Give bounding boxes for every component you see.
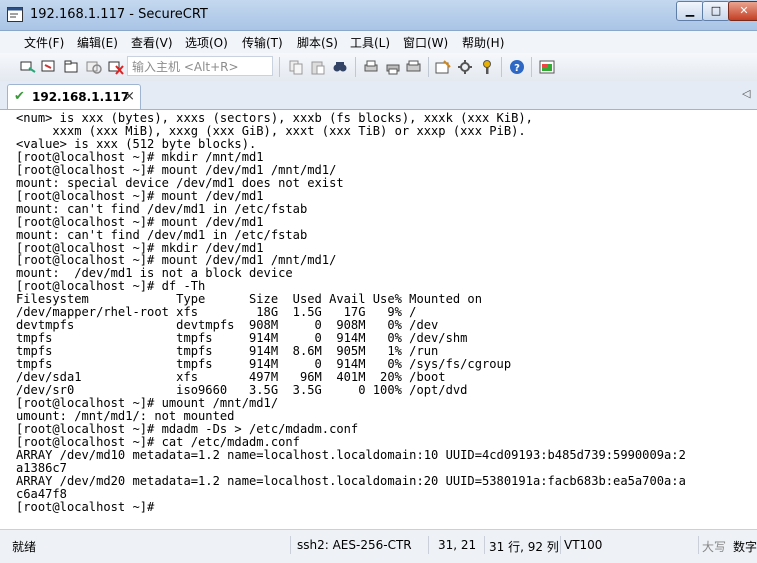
session-tab-label: 192.168.1.117 bbox=[32, 90, 130, 104]
terminal-line: mount: can't find /dev/md1 in /etc/fstab bbox=[16, 227, 308, 242]
status-cursor-position: 31, 21 bbox=[438, 538, 477, 552]
toolbar-separator bbox=[355, 57, 356, 77]
paste-icon[interactable] bbox=[309, 58, 327, 76]
terminal-line: xxxm (xxx MiB), xxxg (xxx GiB), xxxt (xx… bbox=[16, 123, 526, 138]
maximize-button[interactable]: □ bbox=[702, 1, 730, 21]
status-divider bbox=[698, 536, 699, 554]
menu-bar: 文件(F) 编辑(E) 查看(V) 选项(O) 传输(T) 脚本(S) 工具(L… bbox=[0, 31, 757, 53]
menu-edit[interactable]: 编辑(E) bbox=[77, 34, 118, 51]
print-screen-icon[interactable] bbox=[405, 58, 423, 76]
status-bar: 就绪 ssh2: AES-256-CTR 31, 21 31 行, 92 列 V… bbox=[0, 529, 757, 563]
terminal-line: <num> is xxx (bytes), xxxs (sectors), xx… bbox=[16, 112, 533, 125]
status-rows-cols: 31 行, 92 列 bbox=[489, 540, 559, 554]
terminal-output[interactable]: <num> is xxx (bytes), xxxs (sectors), xx… bbox=[16, 112, 751, 526]
terminal-line: a1386c7 bbox=[16, 460, 67, 475]
terminal-line: ARRAY /dev/md10 metadata=1.2 name=localh… bbox=[16, 447, 686, 462]
connect-icon[interactable] bbox=[19, 58, 37, 76]
terminal-line: [root@localhost ~]# mount /dev/md1 bbox=[16, 214, 264, 229]
terminal-line: [root@localhost ~]# mkdir /mnt/md1 bbox=[16, 149, 264, 164]
print-icon[interactable] bbox=[384, 58, 402, 76]
menu-tools[interactable]: 工具(L) bbox=[350, 34, 390, 51]
terminal-line: mount: can't find /dev/md1 in /etc/fstab bbox=[16, 201, 308, 216]
minimize-button[interactable]: ▁ bbox=[676, 1, 704, 21]
status-caps: 大写 bbox=[702, 540, 727, 554]
terminal-line: [root@localhost ~]# mount /dev/md1 /mnt/… bbox=[16, 162, 337, 177]
status-cipher: ssh2: AES-256-CTR bbox=[297, 538, 412, 552]
menu-window[interactable]: 窗口(W) bbox=[403, 34, 448, 51]
terminal-line: [root@localhost ~]# mount /dev/md1 bbox=[16, 188, 264, 203]
status-num: 数字 bbox=[733, 540, 757, 554]
terminal-line: c6a47f8 bbox=[16, 486, 67, 501]
menu-file[interactable]: 文件(F) bbox=[24, 34, 64, 51]
menu-script[interactable]: 脚本(S) bbox=[297, 34, 338, 51]
session-tab[interactable]: ✔ 192.168.1.117 × bbox=[7, 84, 141, 109]
print-setup-icon[interactable] bbox=[362, 58, 380, 76]
status-emulation: VT100 bbox=[564, 538, 603, 552]
disconnect-icon[interactable] bbox=[107, 58, 125, 76]
tab-scroll-left-icon[interactable]: ◁ bbox=[742, 87, 750, 100]
status-divider bbox=[290, 536, 291, 554]
quick-connect-icon[interactable] bbox=[40, 58, 58, 76]
terminal-line: [root@localhost ~]# mdadm -Ds > /etc/mda… bbox=[16, 421, 359, 436]
terminal-line: [root@localhost ~]# bbox=[16, 499, 155, 514]
session-tab-bar: ✔ 192.168.1.117 × ◁ bbox=[0, 81, 757, 109]
connect-tab-icon[interactable] bbox=[62, 58, 80, 76]
title-bar: 192.168.1.117 - SecureCRT ▁ □ ✕ bbox=[0, 0, 757, 31]
menu-transfer[interactable]: 传输(T) bbox=[242, 34, 283, 51]
terminal-line: <value> is xxx (512 byte blocks). bbox=[16, 136, 257, 151]
window-title: 192.168.1.117 - SecureCRT bbox=[30, 7, 208, 22]
menu-view[interactable]: 查看(V) bbox=[131, 34, 173, 51]
keymap-icon[interactable] bbox=[478, 58, 496, 76]
global-options-icon[interactable] bbox=[456, 58, 474, 76]
terminal-line: [root@localhost ~]# cat /etc/mdadm.conf bbox=[16, 434, 300, 449]
reconnect-icon[interactable] bbox=[85, 58, 103, 76]
toolbar: 输入主机 <Alt+R> ? bbox=[0, 53, 757, 82]
terminal-line: [root@localhost ~]# umount /mnt/md1/ bbox=[16, 395, 279, 410]
securecrt-app-icon bbox=[7, 7, 23, 22]
sftp-icon[interactable] bbox=[538, 58, 556, 76]
help-icon[interactable]: ? bbox=[508, 58, 526, 76]
status-ready: 就绪 bbox=[12, 540, 37, 554]
status-divider bbox=[428, 536, 429, 554]
toolbar-separator bbox=[279, 57, 280, 77]
connected-check-icon: ✔ bbox=[14, 89, 25, 104]
close-window-button[interactable]: ✕ bbox=[728, 1, 757, 21]
menu-help[interactable]: 帮助(H) bbox=[462, 34, 504, 51]
tab-close-button[interactable]: × bbox=[124, 89, 135, 104]
svg-text:?: ? bbox=[514, 63, 520, 74]
copy-icon[interactable] bbox=[287, 58, 305, 76]
status-divider bbox=[560, 536, 561, 554]
find-icon[interactable] bbox=[331, 58, 349, 76]
terminal-line: mount: special device /dev/md1 does not … bbox=[16, 175, 344, 190]
menu-options[interactable]: 选项(O) bbox=[185, 34, 228, 51]
terminal-line: ARRAY /dev/md20 metadata=1.2 name=localh… bbox=[16, 473, 686, 488]
quick-connect-input[interactable]: 输入主机 <Alt+R> bbox=[127, 56, 273, 76]
terminal-line: umount: /mnt/md1/: not mounted bbox=[16, 408, 235, 423]
toolbar-separator bbox=[531, 57, 532, 77]
status-divider bbox=[484, 536, 485, 554]
toolbar-separator bbox=[428, 57, 429, 77]
session-options-icon[interactable] bbox=[434, 58, 452, 76]
toolbar-separator bbox=[501, 57, 502, 77]
